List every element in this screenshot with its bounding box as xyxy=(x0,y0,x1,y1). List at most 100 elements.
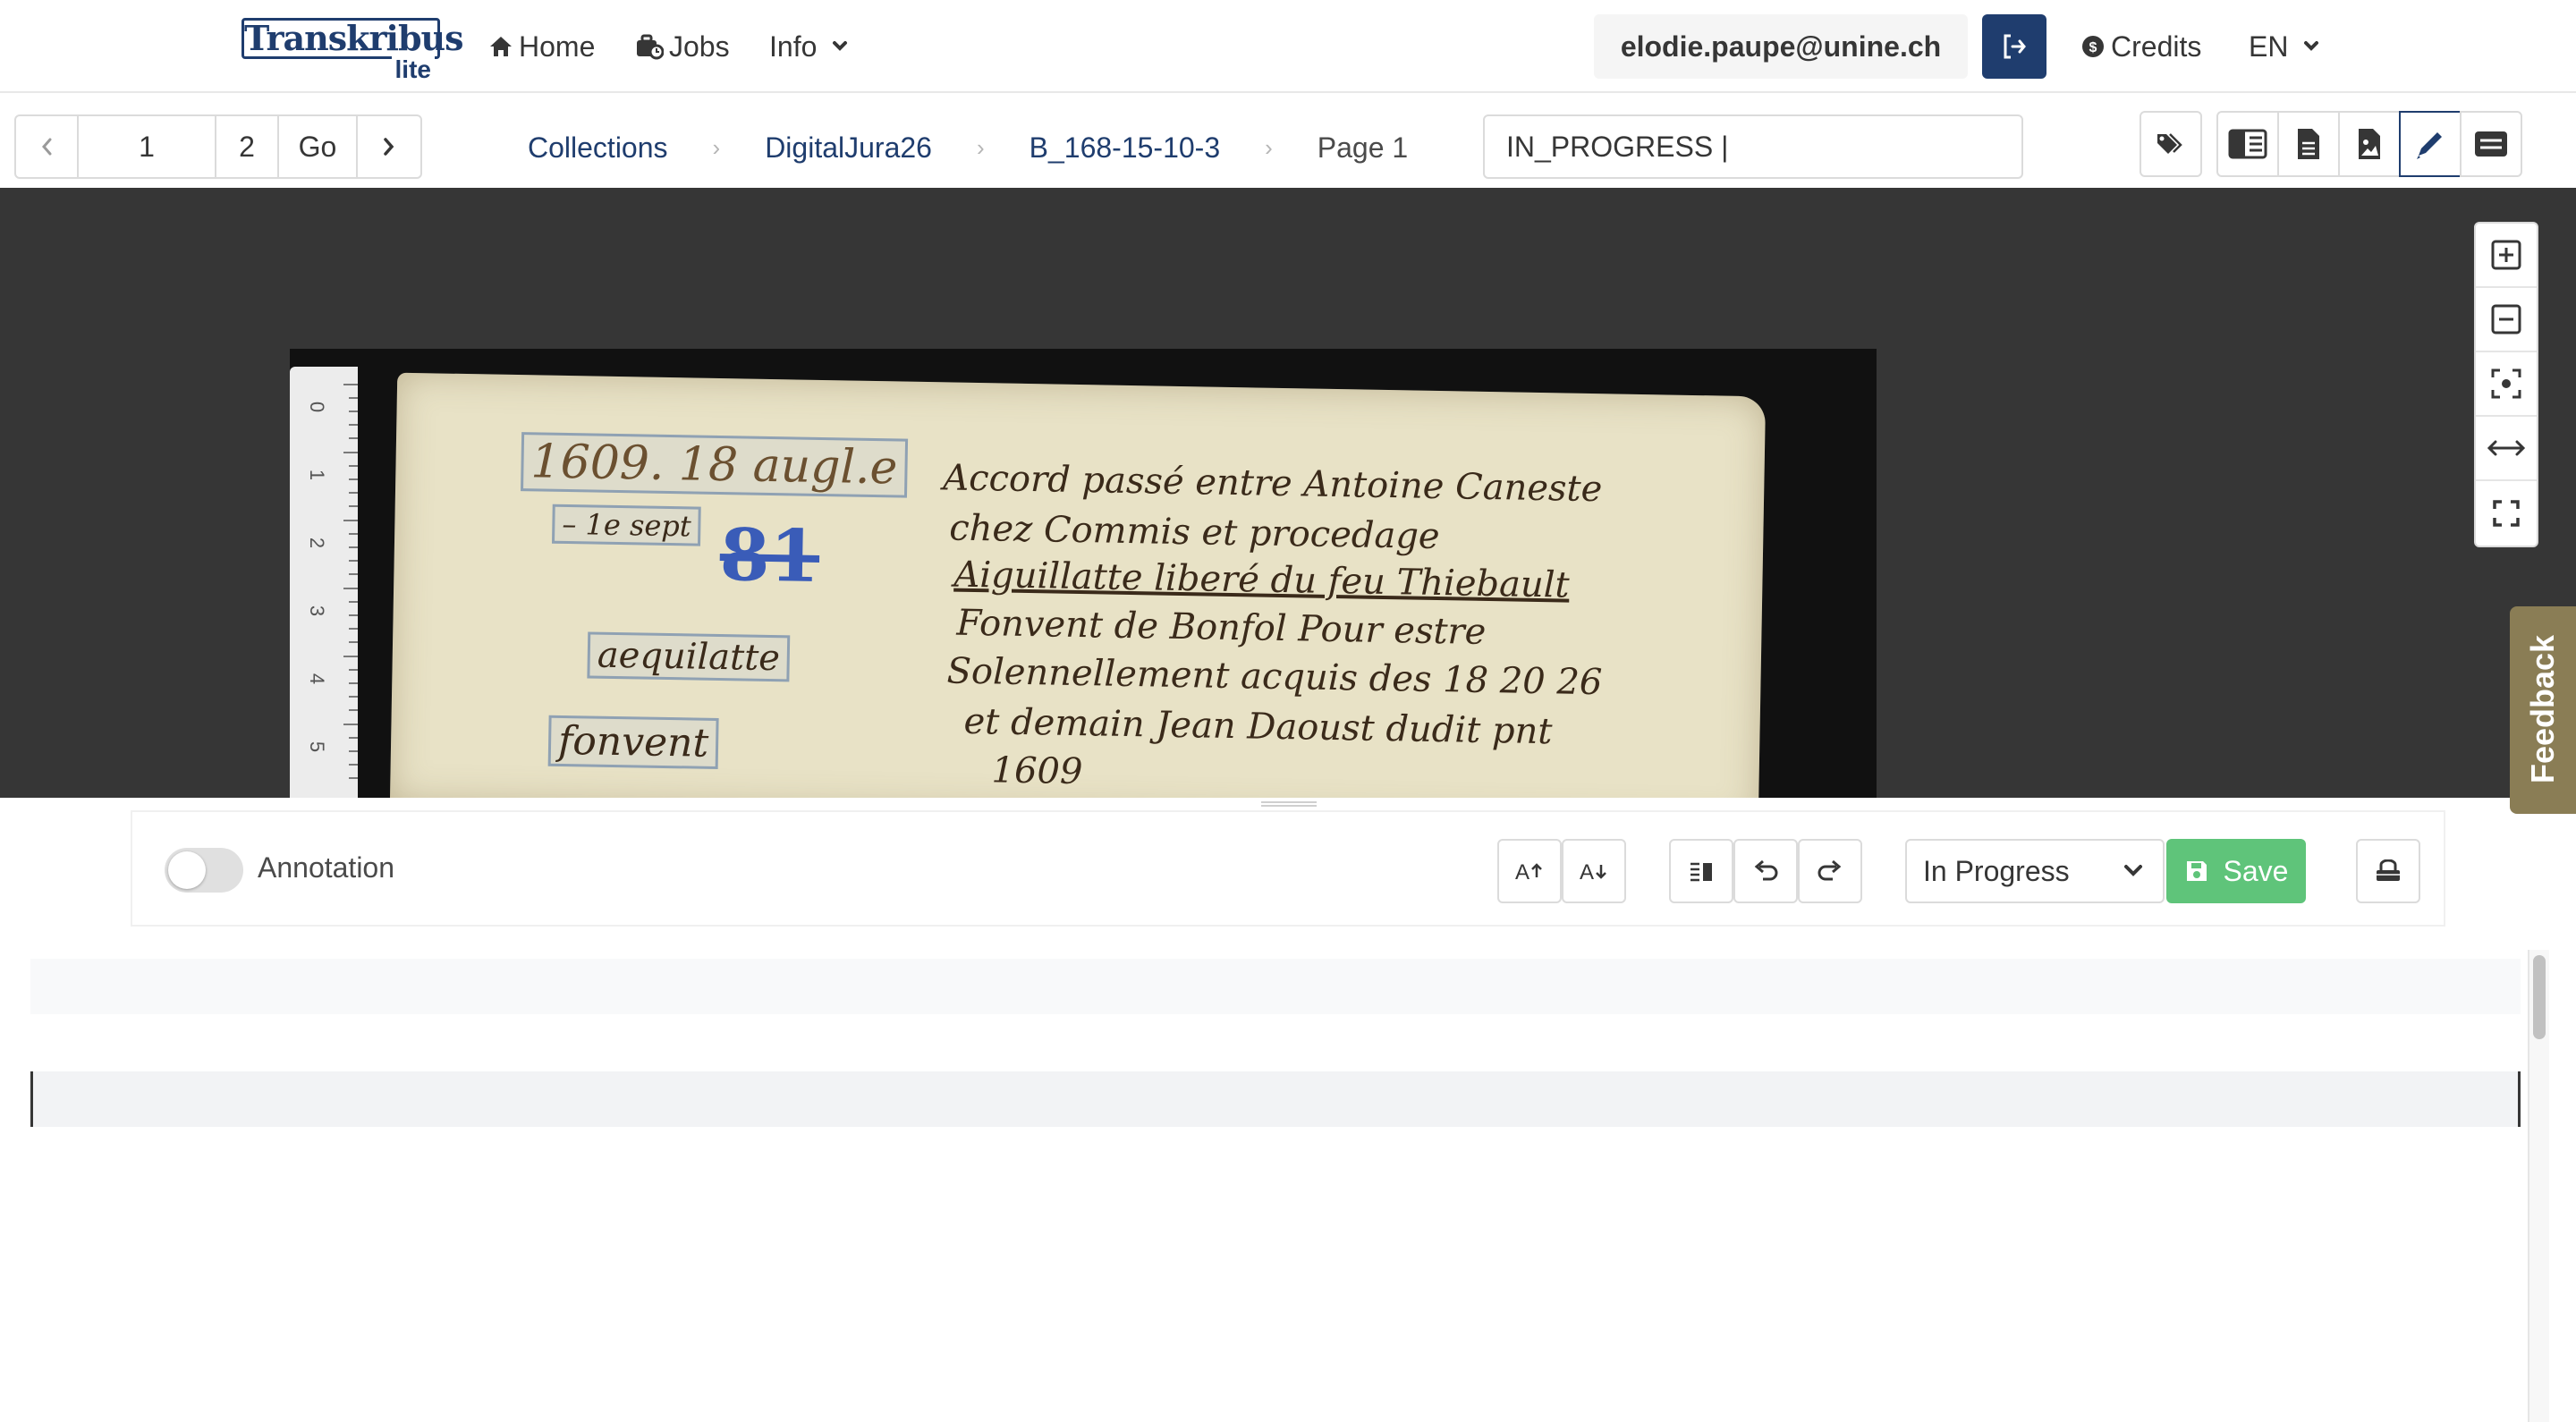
prev-page-button[interactable] xyxy=(16,116,79,177)
user-email-button[interactable]: elodie.paupe@unine.ch xyxy=(1594,14,1968,79)
annotation-toggle[interactable] xyxy=(165,848,243,893)
toggle-line-numbers-button[interactable] xyxy=(1669,839,1733,903)
text-line: Accord passé entre Antoine Caneste xyxy=(942,457,1603,511)
margin-name: fonvent xyxy=(547,715,719,770)
image-viewer[interactable]: 0 1 2 3 4 5 1609. 18 augl.e – 1e sept 81… xyxy=(0,188,2576,798)
breadcrumb: Collections › DigitalJura26 › B_168-15-1… xyxy=(528,125,1408,170)
breadcrumb-collection[interactable]: DigitalJura26 xyxy=(765,131,932,165)
ruler-mark: 0 xyxy=(306,401,329,413)
save-button[interactable]: Save xyxy=(2166,839,2306,903)
editor-toolbar: Annotation A A In Progress Save xyxy=(131,810,2445,927)
margin-note: – 1e sept xyxy=(551,504,702,546)
scroll-thumb[interactable] xyxy=(2533,955,2546,1039)
focus-icon xyxy=(2491,368,2521,399)
tags-icon xyxy=(2157,133,2182,154)
image-file-icon xyxy=(2359,129,2380,159)
transcription-line[interactable] xyxy=(30,959,2521,1014)
status-select[interactable]: In Progress xyxy=(1905,839,2165,903)
feedback-label: Feedback xyxy=(2524,634,2561,783)
split-view-button[interactable] xyxy=(2216,111,2279,177)
nav-jobs-link[interactable]: Jobs xyxy=(635,27,730,66)
text-columns-icon xyxy=(1690,862,1712,882)
chevron-down-icon xyxy=(833,41,848,51)
nav-info-dropdown[interactable]: Info xyxy=(769,27,858,66)
total-pages: 2 xyxy=(216,116,279,177)
image-view-button[interactable] xyxy=(2338,111,2401,177)
language-label: EN xyxy=(2249,30,2289,63)
logout-button[interactable] xyxy=(1982,14,2046,79)
manuscript-page: 1609. 18 augl.e – 1e sept 81 aequilatte … xyxy=(389,372,1767,798)
transkribus-logo[interactable]: Transkribus lite xyxy=(242,18,464,84)
edit-mode-button[interactable] xyxy=(2399,111,2462,177)
tags-button-group xyxy=(2140,111,2202,177)
text-lines-icon xyxy=(2475,131,2507,157)
breadcrumb-page: Page 1 xyxy=(1317,131,1409,164)
breadcrumb-collections[interactable]: Collections xyxy=(528,131,668,165)
floppy-disk-icon xyxy=(2186,861,2207,881)
nav-jobs-label: Jobs xyxy=(669,30,730,63)
coin-icon: $ xyxy=(2082,36,2104,57)
ruler-mark: 1 xyxy=(306,469,329,481)
logo-text: Transkribus xyxy=(242,18,464,59)
center-view-button[interactable] xyxy=(2476,352,2537,417)
fullscreen-icon xyxy=(2493,500,2520,527)
font-decrease-icon: A xyxy=(1580,860,1606,885)
chevron-down-icon xyxy=(2304,41,2319,51)
increase-font-button[interactable]: A xyxy=(1497,839,1562,903)
breadcrumb-separator: › xyxy=(976,133,985,161)
text-line: et demain Jean Daoust dudit pnt xyxy=(963,700,1553,753)
redo-button[interactable] xyxy=(1798,839,1862,903)
language-dropdown[interactable]: EN xyxy=(2249,27,2329,66)
text-line: chez Commis et procedage xyxy=(948,507,1440,558)
fullscreen-button[interactable] xyxy=(2476,481,2537,546)
annotation-label: Annotation xyxy=(258,851,395,884)
home-icon xyxy=(490,37,512,56)
layout-view-button[interactable] xyxy=(2460,111,2522,177)
pencil-icon xyxy=(2417,132,2442,159)
font-increase-icon: A xyxy=(1515,860,1542,885)
nav-home-link[interactable]: Home xyxy=(488,27,595,66)
tags-button[interactable] xyxy=(2140,111,2202,177)
decrease-font-button[interactable]: A xyxy=(1562,839,1626,903)
nav-home-label: Home xyxy=(519,30,596,63)
zoom-out-button[interactable] xyxy=(2476,288,2537,352)
virtual-keyboard-button[interactable] xyxy=(2356,839,2420,903)
text-line: 1609 xyxy=(991,749,1083,793)
jobs-icon xyxy=(637,34,664,60)
margin-number: 81 xyxy=(718,512,820,598)
undo-button[interactable] xyxy=(1733,839,1798,903)
credits-link[interactable]: $ Credits xyxy=(2080,27,2201,66)
top-navbar: Transkribus lite Home Jobs Info elodie.p… xyxy=(0,0,2576,93)
status-select-value: In Progress xyxy=(1923,855,2070,887)
ruler-mark: 2 xyxy=(306,537,329,549)
zoom-in-button[interactable] xyxy=(2476,224,2537,288)
margin-name: aequilatte xyxy=(587,631,791,682)
logout-icon xyxy=(2004,34,2026,59)
ruler-mark: 5 xyxy=(306,741,329,753)
fit-width-button[interactable] xyxy=(2476,417,2537,481)
transcription-line-active[interactable] xyxy=(30,1071,2521,1127)
undo-icon xyxy=(1754,859,1778,881)
logo-sub-text: lite xyxy=(391,55,435,84)
editor-scrollbar[interactable] xyxy=(2528,950,2549,1422)
page-navigator: 1 2 Go xyxy=(14,114,422,179)
text-line: Solennellement acquis des 18 20 26 xyxy=(946,650,1603,704)
next-page-button[interactable] xyxy=(358,116,420,177)
svg-text:$: $ xyxy=(2089,40,2097,55)
redo-icon xyxy=(1818,859,1842,881)
chevron-right-icon xyxy=(384,138,394,156)
breadcrumb-document[interactable]: B_168-15-10-3 xyxy=(1030,131,1220,165)
breadcrumb-separator: › xyxy=(1265,133,1273,161)
text-line: Aiguillatte liberé du feu Thiebault xyxy=(953,554,1570,606)
page-status-field[interactable]: IN_PROGRESS | elodie.paupe@unine.ch xyxy=(1483,114,2023,224)
keyboard-icon xyxy=(2377,859,2400,881)
breadcrumb-separator: › xyxy=(712,133,721,161)
svg-text:A: A xyxy=(1580,860,1594,885)
text-view-button[interactable] xyxy=(2277,111,2340,177)
go-button[interactable]: Go xyxy=(279,116,358,177)
page-number-input[interactable]: 1 xyxy=(79,116,216,177)
chevron-left-icon xyxy=(42,138,52,156)
panel-resize-handle[interactable] xyxy=(1261,801,1317,807)
text-line: Fonvent de Bonfol Pour estre xyxy=(956,602,1487,653)
svg-text:A: A xyxy=(1515,860,1530,885)
